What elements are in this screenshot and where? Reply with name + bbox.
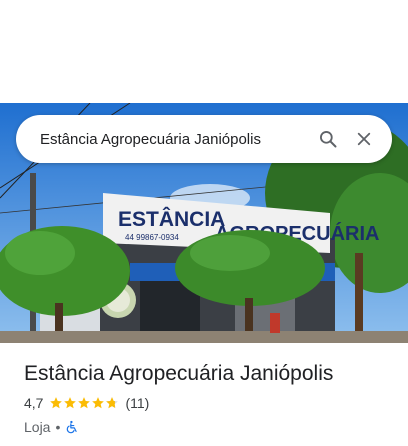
place-info: Estância Agropecuária Janiópolis 4,7 (11… [24, 360, 392, 436]
sign-phone-text: 44 99867-0934 [125, 233, 179, 242]
star-icon [92, 397, 105, 409]
separator-dot: • [55, 419, 61, 435]
search-button[interactable] [310, 121, 346, 157]
star-half-icon [106, 397, 119, 409]
wheelchair-icon [67, 420, 78, 434]
search-icon [320, 131, 337, 148]
place-page: ESTÂNCIA AGROPECUÁRIA 44 99867-0934 Estâ… [0, 0, 408, 446]
review-count[interactable]: (11) [125, 395, 149, 411]
star-icon [64, 397, 77, 409]
sign-name-text: ESTÂNCIA [118, 207, 225, 231]
place-category: Loja [24, 419, 51, 435]
rating-stars [49, 396, 119, 410]
meta-row: Loja • [24, 418, 392, 436]
rating-row[interactable]: 4,7 (11) [24, 394, 392, 412]
search-bar[interactable]: Estância Agropecuária Janiópolis [16, 115, 392, 163]
search-input[interactable]: Estância Agropecuária Janiópolis [40, 131, 310, 148]
place-title: Estância Agropecuária Janiópolis [24, 362, 334, 385]
close-icon [357, 132, 371, 146]
rating-value: 4,7 [24, 395, 44, 411]
clear-button[interactable] [346, 121, 382, 157]
star-icon [50, 397, 63, 409]
star-icon [78, 397, 91, 409]
